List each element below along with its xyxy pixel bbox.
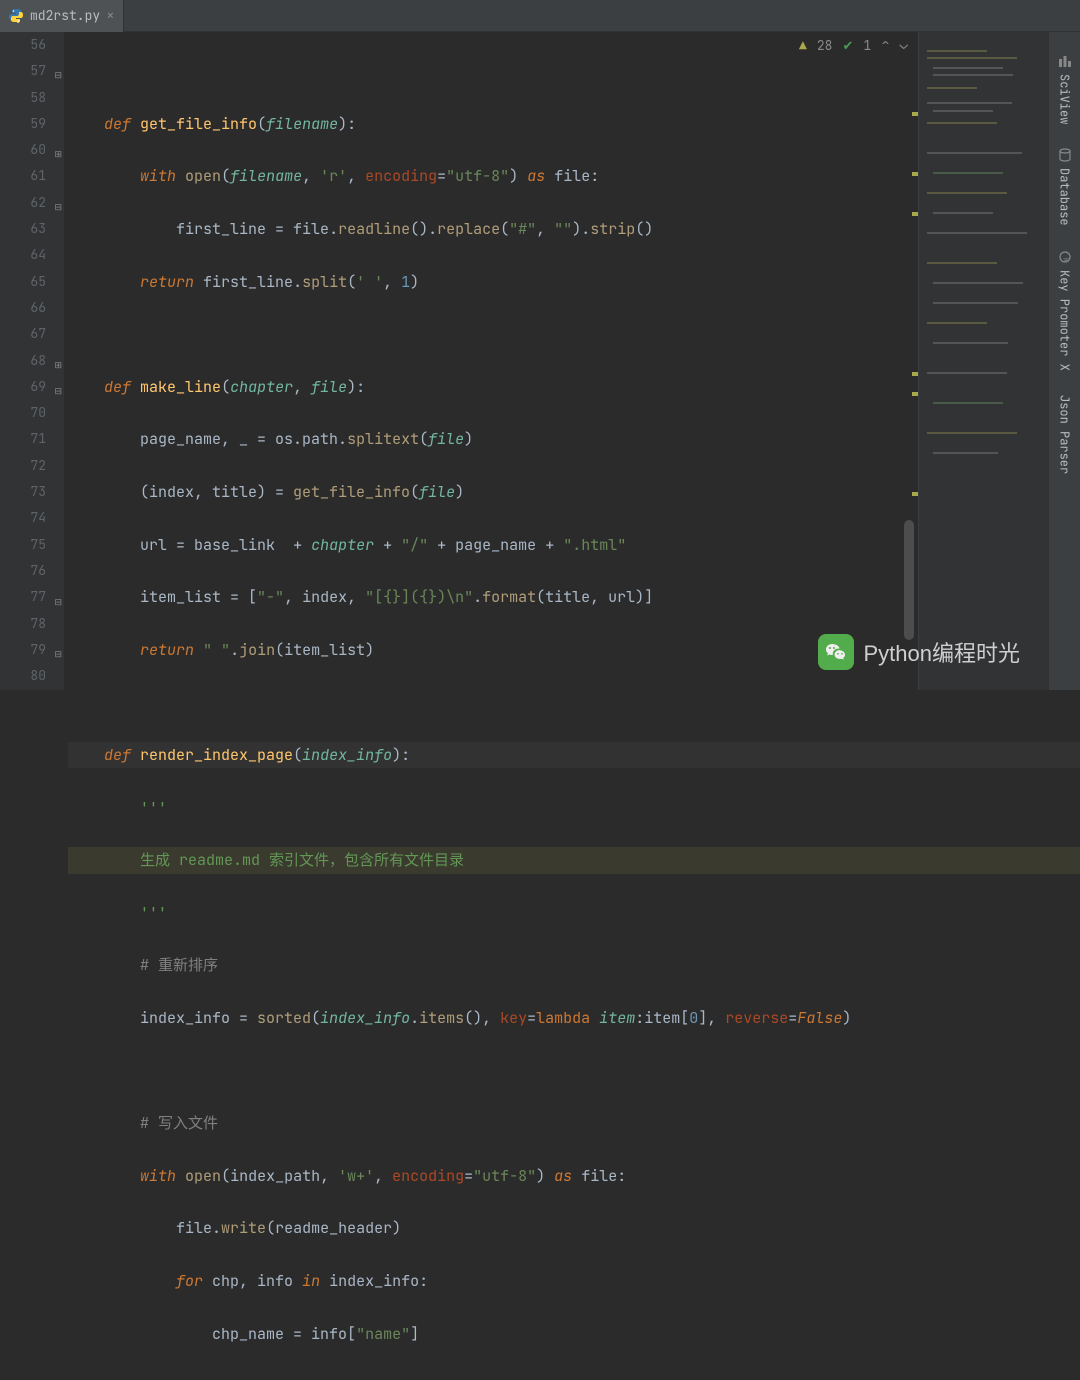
line-number: 78	[0, 611, 46, 637]
code-line: # 重新排序	[68, 952, 1080, 978]
line-number: 68	[0, 348, 46, 374]
chevron-up-icon[interactable]: ⌃	[881, 36, 889, 54]
fold-collapse-icon[interactable]: ⊟	[52, 589, 62, 599]
line-number: 64	[0, 242, 46, 268]
fold-collapse-icon[interactable]: ⊟	[52, 378, 62, 388]
minimap[interactable]	[918, 32, 1048, 690]
line-number: 61	[0, 163, 46, 189]
code-line	[68, 1058, 1080, 1084]
fold-expand-icon[interactable]: ⊞	[52, 141, 62, 151]
keypromoter-icon: K	[1058, 250, 1072, 264]
line-number: 59	[0, 111, 46, 137]
sciview-icon	[1058, 54, 1072, 68]
tool-database[interactable]: Database	[1057, 136, 1073, 238]
code-line: def render_index_page(index_info):	[68, 742, 1080, 768]
code-line: '''	[68, 900, 1080, 926]
fold-expand-icon[interactable]: ⊞	[52, 352, 62, 362]
line-number: 56	[0, 32, 46, 58]
line-number: 58	[0, 85, 46, 111]
line-number: 70	[0, 400, 46, 426]
code-line: for chp, info in index_info:	[68, 1268, 1080, 1294]
watermark-text: Python编程时光	[864, 636, 1021, 668]
code-line: index_info = sorted(index_info.items(), …	[68, 1005, 1080, 1031]
line-number: 74	[0, 505, 46, 531]
line-number: 80	[0, 663, 46, 689]
line-number: 75	[0, 532, 46, 558]
line-number: 67	[0, 321, 46, 347]
line-number: 76	[0, 558, 46, 584]
line-number: 73	[0, 479, 46, 505]
fold-collapse-icon[interactable]: ⊟	[52, 641, 62, 651]
line-number: 77	[0, 584, 46, 610]
tool-sciview[interactable]: SciView	[1057, 42, 1073, 136]
line-number: 79	[0, 637, 46, 663]
right-tool-bar: SciView Database K Key Promoter X Json P…	[1048, 32, 1080, 690]
code-line: file.write(readme_header)	[68, 1215, 1080, 1241]
line-number: 69	[0, 374, 46, 400]
code-line: # 写入文件	[68, 1110, 1080, 1136]
warning-icon: ▲	[799, 37, 807, 54]
svg-text:K: K	[1060, 258, 1069, 262]
code-line: 生成 readme.md 索引文件，包含所有文件目录	[68, 847, 1080, 873]
tool-jsonparser[interactable]: Json Parser	[1057, 383, 1073, 486]
fold-collapse-icon[interactable]: ⊟	[52, 62, 62, 72]
line-number: 57	[0, 58, 46, 84]
database-icon	[1058, 148, 1072, 162]
pass-count: 1	[863, 37, 871, 54]
tool-keypromoter[interactable]: K Key Promoter X	[1057, 238, 1073, 383]
close-icon[interactable]: ×	[106, 7, 114, 25]
line-number: 60	[0, 137, 46, 163]
python-file-icon	[8, 8, 24, 24]
wechat-icon	[818, 634, 854, 670]
code-line	[68, 689, 1080, 715]
warning-count: 28	[817, 37, 833, 54]
line-number: 71	[0, 426, 46, 452]
scrollbar-thumb[interactable]	[904, 520, 914, 640]
line-number: 65	[0, 269, 46, 295]
code-line: chp_name = info["name"]	[68, 1321, 1080, 1347]
watermark: Python编程时光	[818, 634, 1021, 670]
line-number: 62	[0, 190, 46, 216]
chevron-down-icon[interactable]: ⌄	[900, 36, 908, 54]
line-number: 63	[0, 216, 46, 242]
tab-bar: md2rst.py ×	[0, 0, 1080, 32]
editor-tab[interactable]: md2rst.py ×	[0, 0, 124, 32]
tab-filename: md2rst.py	[30, 7, 100, 24]
fold-collapse-icon[interactable]: ⊟	[52, 194, 62, 204]
code-line: '''	[68, 795, 1080, 821]
line-gutter: 56 57 58 59 60 61 62 63 64 65 66 67 68 6…	[0, 32, 64, 690]
line-number: 66	[0, 295, 46, 321]
code-line: with open(index_path, 'w+', encoding="ut…	[68, 1163, 1080, 1189]
inspection-summary[interactable]: ▲ 28 ✔ 1 ⌃ ⌄	[799, 36, 908, 54]
check-icon: ✔	[842, 37, 853, 54]
line-number: 72	[0, 453, 46, 479]
